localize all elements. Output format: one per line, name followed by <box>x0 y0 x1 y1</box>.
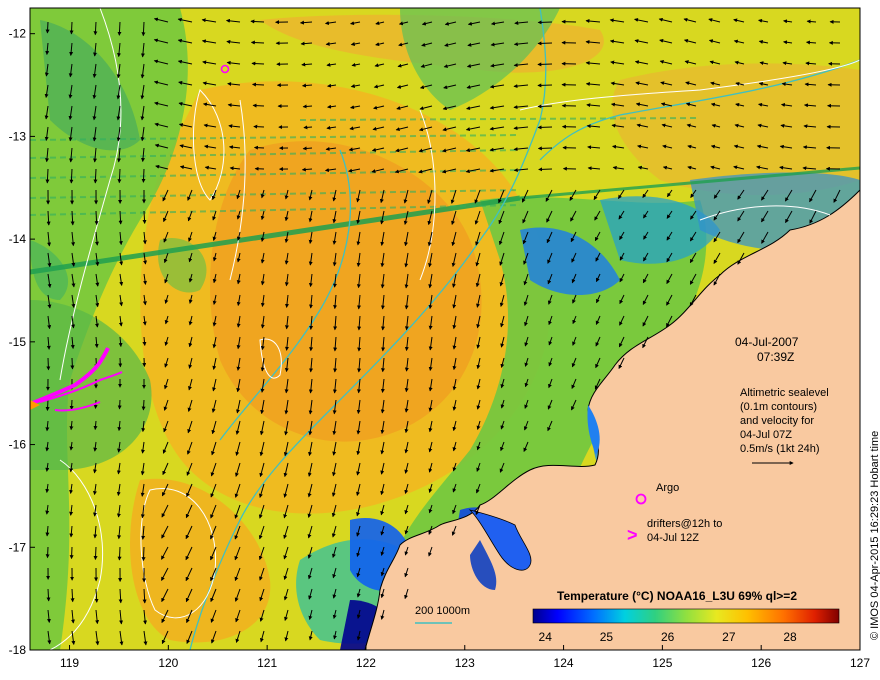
velocity-vector <box>141 546 146 562</box>
colorbar-tick-label: 27 <box>722 630 736 644</box>
velocity-vector <box>142 210 147 224</box>
altimetry-line-1: Altimetric sealevel <box>740 387 829 399</box>
velocity-vector <box>251 61 265 66</box>
velocity-vector <box>302 104 313 109</box>
velocity-vector <box>45 21 50 34</box>
velocity-vector <box>117 546 122 561</box>
velocity-vector <box>69 21 74 35</box>
velocity-vector <box>93 546 98 561</box>
velocity-vector <box>537 146 553 151</box>
lat-tick-label: -16 <box>9 438 27 452</box>
velocity-vector <box>69 546 74 560</box>
velocity-vector <box>251 82 265 87</box>
lon-tick-label: 125 <box>652 656 672 670</box>
velocity-vector <box>253 124 265 129</box>
velocity-vector <box>250 19 265 24</box>
velocity-vector <box>69 399 74 411</box>
lat-tick-label: -13 <box>9 129 27 143</box>
velocity-vector <box>537 20 553 25</box>
velocity-vector <box>93 168 98 184</box>
velocity-vector <box>70 357 75 370</box>
lon-tick-label: 121 <box>257 656 277 670</box>
altimetry-line-4: 04-Jul 07Z <box>740 429 792 441</box>
velocity-vector <box>45 399 50 412</box>
velocity-vector <box>93 21 98 36</box>
velocity-vector <box>253 145 265 150</box>
velocity-vector <box>302 146 313 151</box>
drifter-legend-icon: > <box>627 525 638 545</box>
depth-legend-label: 200 1000m <box>415 605 470 617</box>
lon-tick-label: 122 <box>356 656 376 670</box>
colorbar <box>532 608 840 624</box>
time-label: 07:39Z <box>757 350 794 364</box>
colorbar-tick-label: 25 <box>600 630 614 644</box>
velocity-vector <box>141 399 146 411</box>
lon-tick-label: 119 <box>60 656 79 670</box>
velocity-vector <box>303 125 313 130</box>
drifters-legend-line-1: drifters@12h to <box>647 518 722 530</box>
velocity-vector <box>46 357 51 371</box>
velocity-vector <box>141 21 146 37</box>
velocity-vector <box>537 104 553 109</box>
velocity-vector <box>537 83 553 88</box>
velocity-vector <box>69 168 74 184</box>
velocity-vector <box>117 399 122 410</box>
colorbar-tick-label: 26 <box>661 630 675 644</box>
lon-tick-label: 126 <box>751 656 771 670</box>
velocity-vector <box>117 21 122 36</box>
lat-tick-label: -17 <box>9 540 27 554</box>
lon-tick-label: 123 <box>455 656 475 670</box>
velocity-vector <box>252 103 265 108</box>
velocity-vector <box>117 168 122 184</box>
argo-legend-label: Argo <box>656 482 679 494</box>
credit-label: © IMOS 04-Apr-2015 16:29:23 Hobart time <box>869 431 880 640</box>
lat-tick-label: -18 <box>9 643 27 657</box>
altimetry-line-5: 0.5m/s (1kt 24h) <box>740 443 819 455</box>
date-label: 04-Jul-2007 <box>735 335 799 349</box>
lon-tick-label: 124 <box>554 656 574 670</box>
drifters-legend-line-2: 04-Jul 12Z <box>647 532 699 544</box>
colorbar-title: Temperature (°C) NOAA16_L3U 69% ql>=2 <box>557 589 797 603</box>
velocity-vector <box>45 546 50 559</box>
velocity-vector <box>141 168 146 183</box>
velocity-vector <box>46 588 51 602</box>
colorbar-tick-label: 28 <box>783 630 797 644</box>
altimetry-line-2: (0.1m contours) <box>740 401 817 413</box>
velocity-vector <box>537 125 553 130</box>
velocity-vector <box>45 168 50 184</box>
map-figure: 119 120 121 122 123 124 125 126 127 -12 -13 -14 -15 -… <box>9 7 880 670</box>
velocity-vector <box>250 40 265 45</box>
velocity-vector <box>537 41 553 46</box>
velocity-vector <box>538 167 553 172</box>
velocity-vector <box>118 210 123 225</box>
lon-tick-label: 127 <box>850 656 870 670</box>
lat-tick-label: -12 <box>9 27 27 41</box>
velocity-vector <box>537 62 553 67</box>
lat-tick-label: -14 <box>9 232 27 246</box>
lon-tick-label: 120 <box>158 656 178 670</box>
altimetry-line-3: and velocity for <box>740 415 814 427</box>
lat-tick-label: -15 <box>9 335 27 349</box>
velocity-vector <box>94 210 99 226</box>
velocity-vector <box>70 588 75 603</box>
colorbar-tick-label: 24 <box>539 630 553 644</box>
